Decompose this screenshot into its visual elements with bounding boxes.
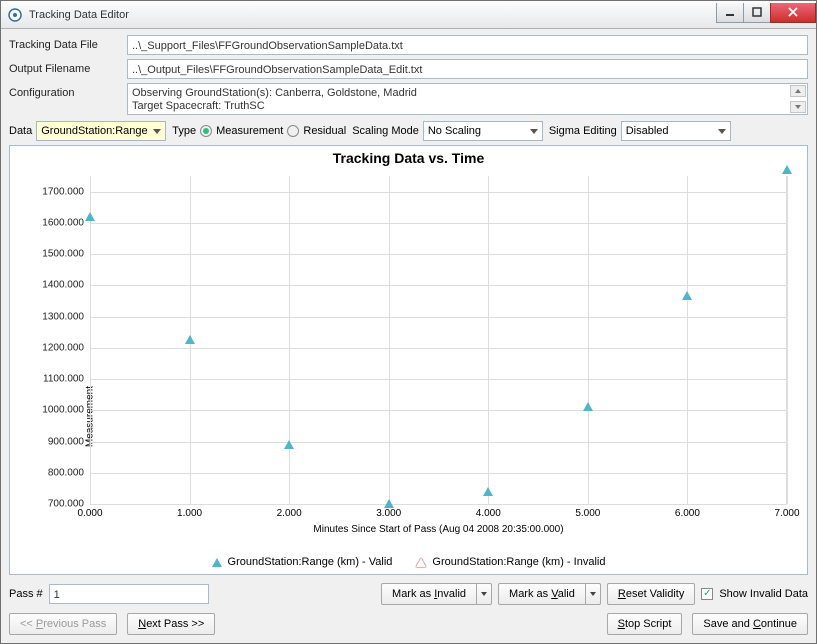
titlebar: Tracking Data Editor [1, 1, 816, 29]
triangle-invalid-icon [416, 558, 426, 567]
next-pass-button[interactable]: Next Pass >> [127, 613, 215, 635]
y-tick: 800.000 [48, 467, 90, 478]
y-tick: 1300.000 [42, 311, 90, 322]
y-tick: 1100.000 [43, 374, 90, 385]
stop-script-button[interactable]: Stop Script [607, 613, 683, 635]
mark-valid-dropdown[interactable] [585, 583, 601, 605]
mark-invalid-dropdown[interactable] [476, 583, 492, 605]
y-tick: 1700.000 [42, 186, 90, 197]
show-invalid-checkbox[interactable] [701, 588, 713, 600]
plot-area[interactable]: Measurement Minutes Since Start of Pass … [90, 176, 787, 504]
pass-number-field[interactable]: 1 [49, 584, 209, 604]
window-title: Tracking Data Editor [29, 9, 717, 21]
previous-pass-button[interactable]: << Previous Pass [9, 613, 117, 635]
y-tick: 1400.000 [42, 280, 90, 291]
x-tick: 5.000 [575, 504, 600, 519]
close-button[interactable] [770, 3, 816, 23]
config-line-2: Target Spacecraft: TruthSC [132, 100, 787, 113]
y-tick: 1200.000 [42, 342, 90, 353]
app-window: Tracking Data Editor Tracking Data File … [0, 0, 817, 644]
show-invalid-label: Show Invalid Data [719, 588, 808, 600]
chart-legend: GroundStation:Range (km) - Valid GroundS… [10, 556, 807, 568]
config-scrollbar[interactable] [790, 85, 806, 113]
config-line-1: Observing GroundStation(s): Canberra, Go… [132, 87, 787, 100]
y-tick: 1000.000 [42, 405, 90, 416]
sigma-editing-select[interactable]: Disabled [621, 121, 731, 141]
chart-panel: Tracking Data vs. Time Measurement Minut… [9, 145, 808, 575]
configuration-label: Configuration [9, 83, 119, 99]
maximize-button[interactable] [743, 3, 771, 23]
x-tick: 1.000 [177, 504, 202, 519]
x-tick: 2.000 [277, 504, 302, 519]
x-tick: 6.000 [675, 504, 700, 519]
legend-invalid-label: GroundStation:Range (km) - Invalid [432, 556, 605, 568]
save-and-continue-button[interactable]: Save and Continue [692, 613, 808, 635]
app-icon [7, 7, 23, 23]
configuration-field[interactable]: Observing GroundStation(s): Canberra, Go… [127, 83, 808, 115]
x-tick: 7.000 [774, 504, 799, 519]
output-filename-field[interactable]: ..\_Output_Files\FFGroundObservationSamp… [127, 59, 808, 79]
x-tick: 4.000 [476, 504, 501, 519]
scroll-up-icon[interactable] [790, 85, 806, 97]
data-select[interactable]: GroundStation:Range [36, 121, 166, 141]
measurement-radio[interactable] [200, 125, 212, 137]
y-tick: 700.000 [48, 499, 90, 510]
y-tick: 1600.000 [42, 217, 90, 228]
tracking-file-label: Tracking Data File [9, 39, 119, 51]
sigma-editing-label: Sigma Editing [549, 125, 617, 137]
y-tick: 900.000 [48, 436, 90, 447]
residual-radio[interactable] [287, 125, 299, 137]
x-axis-label: Minutes Since Start of Pass (Aug 04 2008… [313, 504, 563, 535]
scaling-mode-label: Scaling Mode [352, 125, 419, 137]
scaling-mode-select[interactable]: No Scaling [423, 121, 543, 141]
data-label: Data [9, 125, 32, 137]
mark-valid-splitbutton[interactable]: Mark as Valid [498, 583, 601, 605]
tracking-file-field[interactable]: ..\_Support_Files\FFGroundObservationSam… [127, 35, 808, 55]
pass-number-label: Pass # [9, 588, 43, 600]
residual-radio-label: Residual [303, 125, 346, 137]
scroll-down-icon[interactable] [790, 101, 806, 113]
action-row: Pass # 1 Mark as Invalid Mark as Valid R… [9, 579, 808, 605]
output-filename-label: Output Filename [9, 63, 119, 75]
type-label: Type [172, 125, 196, 137]
minimize-button[interactable] [716, 3, 744, 23]
client-area: Tracking Data File ..\_Support_Files\FFG… [1, 29, 816, 643]
options-toolbar: Data GroundStation:Range Type Measuremen… [9, 119, 808, 141]
mark-invalid-button[interactable]: Mark as Invalid [381, 583, 476, 605]
chart-title: Tracking Data vs. Time [10, 146, 807, 166]
mark-valid-button[interactable]: Mark as Valid [498, 583, 585, 605]
nav-row: << Previous Pass Next Pass >> Stop Scrip… [9, 609, 808, 635]
triangle-valid-icon [212, 558, 222, 567]
measurement-radio-label: Measurement [216, 125, 283, 137]
mark-invalid-splitbutton[interactable]: Mark as Invalid [381, 583, 492, 605]
reset-validity-button[interactable]: Reset Validity [607, 583, 695, 605]
y-tick: 1500.000 [42, 249, 90, 260]
legend-valid-label: GroundStation:Range (km) - Valid [228, 556, 393, 568]
